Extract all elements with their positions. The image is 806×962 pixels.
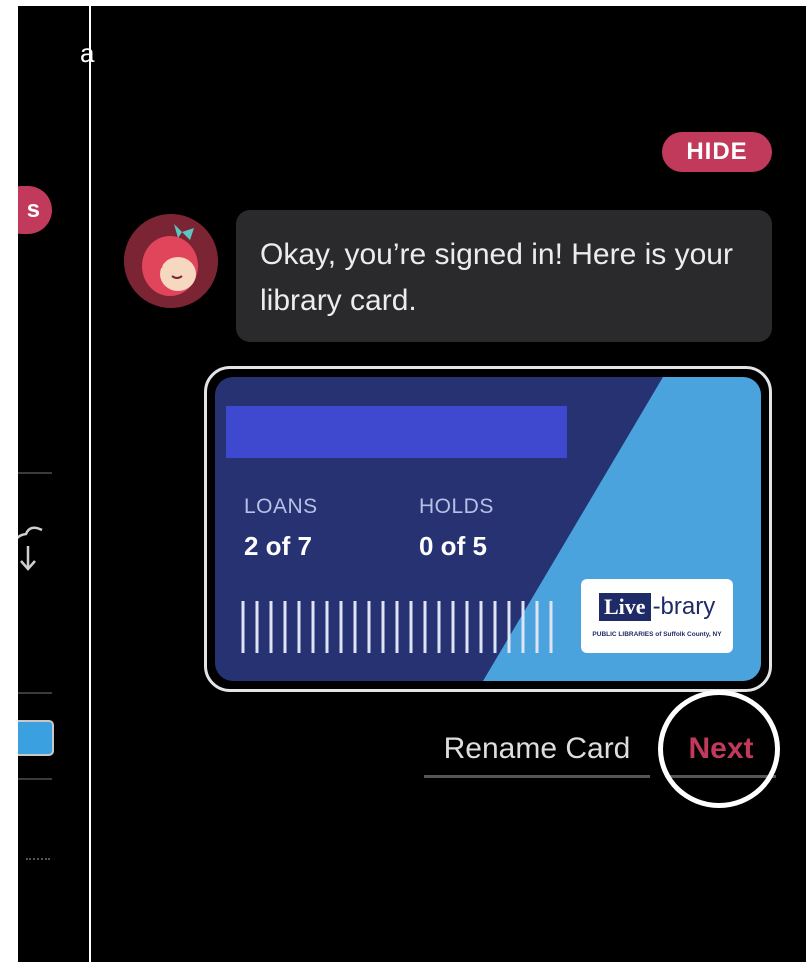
side-dotted-separator: [26, 858, 50, 860]
holds-value: 0 of 5: [419, 531, 487, 561]
library-logo-wordmark: Live -brary: [599, 593, 715, 621]
side-divider: [18, 472, 52, 474]
logo-live-text: Live: [599, 593, 651, 621]
loans-label: LOANS: [244, 495, 318, 518]
chat-message-bubble: Okay, you’re signed in! Here is your lib…: [236, 210, 772, 342]
card-name-redacted: [226, 406, 567, 458]
pane-divider: [89, 6, 91, 962]
barcode-graphic: [241, 601, 553, 653]
side-panel-badge-label: s: [26, 196, 40, 223]
rename-card-button[interactable]: Rename Card: [424, 722, 650, 778]
cropped-text-fragment: a: [80, 38, 95, 68]
next-button[interactable]: Next: [666, 722, 776, 778]
logo-subtitle: PUBLIC LIBRARIES of Suffolk County, NY: [592, 631, 722, 638]
side-panel-badge[interactable]: s: [18, 186, 52, 234]
library-card-frame[interactable]: LOANS 2 of 7 HOLDS 0 of 5 Live -brary PU…: [204, 366, 772, 692]
cloud-download-icon[interactable]: [18, 524, 52, 579]
side-divider: [18, 778, 52, 780]
library-card-thumbnail-icon[interactable]: [18, 720, 54, 756]
library-logo: Live -brary PUBLIC LIBRARIES of Suffolk …: [581, 579, 733, 653]
holds-label: HOLDS: [419, 495, 494, 518]
logo-brary-text: -brary: [652, 593, 716, 620]
loans-value: 2 of 7: [244, 531, 312, 561]
library-card[interactable]: LOANS 2 of 7 HOLDS 0 of 5 Live -brary PU…: [215, 377, 761, 681]
chat-message-text: Okay, you’re signed in! Here is your lib…: [260, 238, 733, 317]
libby-avatar-icon: [124, 214, 218, 308]
side-divider: [18, 692, 52, 694]
app-screen: a s HIDE Okay, you’re signed in! Here is…: [18, 6, 806, 962]
hide-button[interactable]: HIDE: [662, 132, 772, 172]
